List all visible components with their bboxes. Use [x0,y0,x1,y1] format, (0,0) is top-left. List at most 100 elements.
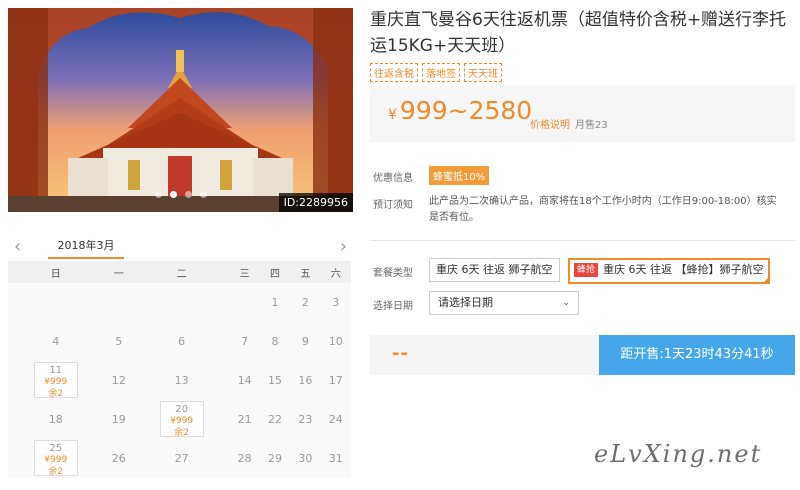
day-remaining: 余2 [174,428,190,438]
notice-text: 此产品为二次确认产品，商家将在18个工作小时内（工作日9:00-18:00）核实… [429,196,777,223]
package-label: 套餐类型 [373,268,413,279]
carousel-dot[interactable] [184,191,192,198]
next-month-icon[interactable]: › [340,235,347,259]
price-note-link[interactable]: 价格说明 [530,116,570,131]
weekday-fri: 五 [290,261,321,283]
calendar-day: 18 [48,413,63,426]
date-calendar: ‹ 2018年3月 › 日 一 二 三 四 五 六 1 2 3 4 5 6 7 … [8,235,353,478]
divider [370,240,795,241]
calendar-day: 21 [237,413,252,426]
day-remaining: 余2 [48,467,64,477]
calendar-week: 25 ¥999 余2 26 27 28 29 30 31 [8,439,351,478]
image-id-label: ID:2289956 [278,193,353,212]
calendar-week: 18 19 20 ¥999 余2 21 22 23 24 [8,400,351,439]
tag-visa-on-arrival: 落地签 [422,63,460,82]
promo-badge: 蜂蜜抵10% [429,166,490,185]
weekday-wed: 三 [229,261,260,283]
available-date-cell[interactable]: 25 ¥999 余2 [33,440,78,477]
calendar-day: 22 [268,413,282,426]
calendar-day: 27 [174,452,189,465]
calendar-day: 2 [301,296,309,309]
calendar-grid: 日 一 二 三 四 五 六 1 2 3 4 5 6 7 8 9 10 11 ¥9… [8,261,351,478]
site-watermark: eLvXing.net [594,440,763,468]
carousel-dot[interactable] [154,191,162,198]
date-label: 选择日期 [373,301,413,312]
notice-label: 预订须知 [373,200,413,211]
price-range: ¥999~2580 [388,96,532,125]
calendar-day-available[interactable]: 20 ¥999 余2 [134,400,230,439]
calendar-day: 12 [111,374,126,387]
sale-countdown-button[interactable]: 距开售:1天23时43分41秒 [599,335,795,375]
selected-corner-icon [761,276,770,284]
weekday-sun: 日 [8,261,104,283]
calendar-day: 5 [115,335,123,348]
calendar-day: 15 [268,374,282,387]
day-price: ¥999 [44,455,68,465]
date-select[interactable]: 请选择日期 ⌄ [429,291,579,315]
calendar-day: 4 [52,335,60,348]
calendar-day: 9 [301,335,309,348]
day-number: 11 [49,365,63,376]
chevron-down-icon: ⌄ [562,298,570,308]
calendar-day: 10 [328,335,343,348]
booking-bar: -- 距开售:1天23时43分41秒 [370,335,795,375]
carousel-dot-active[interactable] [169,191,177,198]
calendar-day: 7 [241,335,249,348]
selected-price-placeholder: -- [392,343,409,364]
monthly-sales: 月售23 [575,120,608,131]
calendar-day: 26 [111,452,126,465]
prev-month-icon[interactable]: ‹ [14,235,21,259]
product-title: 重庆直飞曼谷6天往返机票（超值特价含税+赠送行李托运15KG+天天班） [370,10,787,56]
calendar-day [104,283,134,322]
weekday-sat: 六 [320,261,351,283]
day-number: 20 [175,404,189,415]
calendar-week: 1 2 3 [8,283,351,322]
price-value: 999~2580 [399,96,533,125]
weekday-mon: 一 [103,261,134,283]
day-price: ¥999 [170,416,194,426]
calendar-day: 19 [111,413,126,426]
tag-roundtrip-tax: 往返含税 [370,63,418,82]
calendar-day: 23 [298,413,313,426]
tag-daily-flight: 天天班 [464,63,502,82]
package-option-flash[interactable]: 蜂抢 重庆 6天 往返 【蜂抢】狮子航空 [568,258,770,284]
calendar-day [229,283,259,322]
product-tags: 往返含税 落地签 天天班 [370,62,506,82]
calendar-day: 16 [298,374,313,387]
calendar-day: 3 [332,296,340,309]
product-hero-image[interactable]: ID:2289956 [8,8,353,212]
date-select-placeholder: 请选择日期 [438,296,493,309]
temple-illustration [8,8,353,212]
calendar-day: 6 [178,335,186,348]
available-date-cell[interactable]: 11 ¥999 余2 [33,362,78,399]
calendar-day: 14 [237,374,252,387]
weekday-thu: 四 [259,261,291,283]
currency-symbol: ¥ [388,107,397,123]
calendar-day: 13 [174,374,189,387]
calendar-day-available[interactable]: 11 ¥999 余2 [8,361,104,400]
carousel-dot[interactable] [199,191,207,198]
calendar-day: 31 [328,452,343,465]
calendar-day: 17 [328,374,343,387]
calendar-day: 24 [328,413,343,426]
calendar-day: 1 [271,296,279,309]
calendar-week: 4 5 6 7 8 9 10 [8,322,351,361]
calendar-day-available[interactable]: 25 ¥999 余2 [8,439,104,478]
promo-label: 优惠信息 [373,173,413,184]
price-box: ¥999~2580 价格说明 月售23 [370,86,795,142]
calendar-day [8,283,104,322]
calendar-month: 2018年3月 [48,235,124,259]
day-number: 25 [49,443,63,454]
calendar-day: 30 [298,452,313,465]
day-price: ¥999 [44,377,68,387]
calendar-day: 29 [268,452,282,465]
day-remaining: 余2 [48,389,64,399]
available-date-cell[interactable]: 20 ¥999 余2 [159,401,204,438]
calendar-day [134,283,230,322]
weekday-header: 日 一 二 三 四 五 六 [8,261,351,283]
weekday-tue: 二 [133,261,230,283]
calendar-nav: ‹ 2018年3月 › [8,235,353,261]
flash-sale-badge: 蜂抢 [574,263,599,277]
package-option-flash-label: 重庆 6天 往返 【蜂抢】狮子航空 [603,263,764,276]
package-option-standard[interactable]: 重庆 6天 往返 狮子航空 [429,258,560,282]
